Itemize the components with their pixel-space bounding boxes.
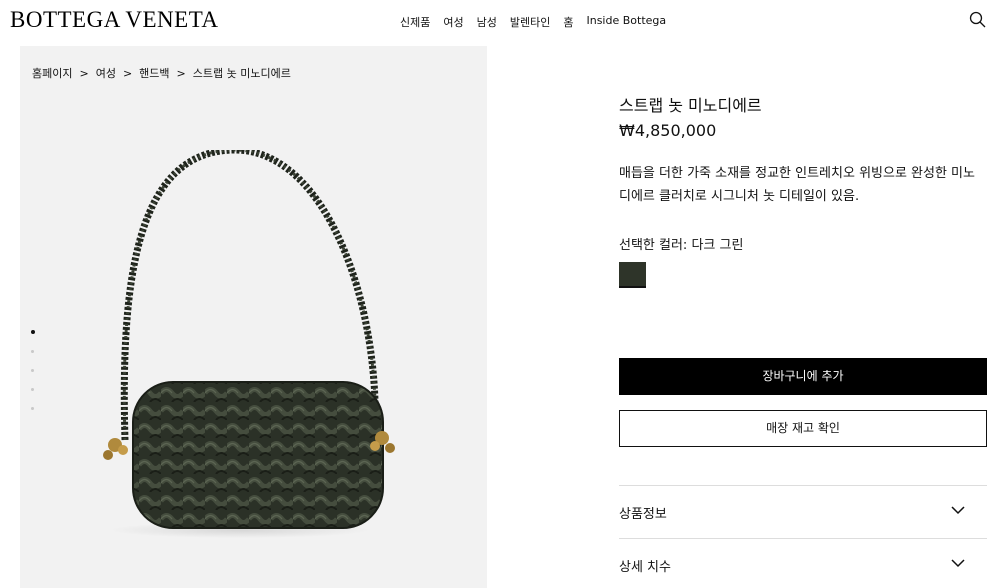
divider (619, 538, 987, 539)
gallery-dot[interactable] (31, 388, 34, 391)
product-description: 매듭을 더한 가죽 소재를 정교한 인트레치오 위빙으로 완성한 미노디에르 클… (619, 166, 975, 204)
nav-item-home[interactable]: 홈 (563, 14, 573, 30)
breadcrumb-current: 스트랩 놋 미노디에르 (192, 67, 291, 80)
add-to-cart-button[interactable]: 장바구니에 추가 (619, 358, 987, 395)
nav-item-men[interactable]: 남성 (477, 14, 497, 30)
gallery-dot[interactable] (31, 350, 34, 353)
breadcrumb-separator: > (79, 67, 89, 80)
chevron-down-icon (951, 506, 965, 515)
nav-item-new[interactable]: 신제품 (400, 14, 430, 30)
accordion-dimensions[interactable]: 상세 치수 (619, 556, 987, 576)
nav-item-inside-bottega[interactable]: Inside Bottega (586, 14, 666, 30)
color-swatch-dark-green[interactable] (619, 262, 646, 288)
gallery-dot[interactable] (31, 407, 34, 410)
accordion-product-info[interactable]: 상품정보 (619, 503, 987, 523)
product-price: ₩4,850,000 (619, 121, 717, 140)
gallery-dot[interactable] (31, 369, 34, 372)
divider (619, 485, 987, 486)
check-store-stock-button[interactable]: 매장 재고 확인 (619, 410, 987, 447)
breadcrumb-women[interactable]: 여성 (96, 67, 116, 80)
gallery-dot[interactable] (31, 330, 35, 334)
breadcrumb: 홈페이지 > 여성 > 핸드백 > 스트랩 놋 미노디에르 (32, 65, 291, 81)
accordion-label: 상품정보 (619, 507, 667, 522)
nav-item-valentine[interactable]: 발렌타인 (510, 14, 550, 30)
breadcrumb-handbags[interactable]: 핸드백 (139, 67, 169, 80)
selected-color-label: 선택한 컬러: 다크 그린 (619, 238, 744, 253)
main-nav: 신제품 여성 남성 발렌타인 홈 Inside Bottega (400, 14, 679, 30)
accordion-label: 상세 치수 (619, 560, 671, 575)
breadcrumb-separator: > (122, 67, 133, 80)
nav-item-women[interactable]: 여성 (443, 14, 463, 30)
breadcrumb-separator: > (176, 67, 186, 80)
chevron-down-icon (951, 559, 965, 568)
product-image (103, 150, 395, 538)
breadcrumb-home[interactable]: 홈페이지 (32, 67, 72, 80)
brand-logo[interactable]: BOTTEGA VENETA (10, 7, 219, 33)
product-title: 스트랩 놋 미노디에르 (619, 96, 762, 115)
search-icon[interactable] (968, 10, 988, 30)
gallery-pagination (31, 330, 37, 426)
